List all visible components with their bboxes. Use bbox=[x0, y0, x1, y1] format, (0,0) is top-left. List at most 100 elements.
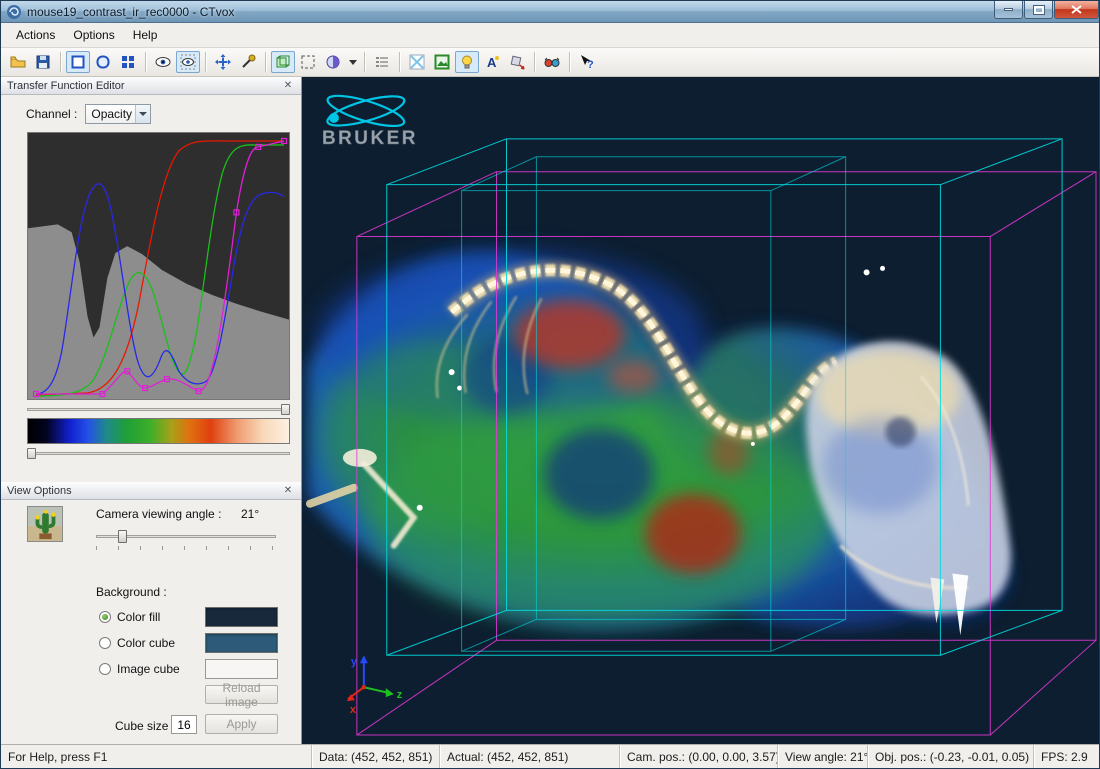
svg-text:?: ? bbox=[587, 59, 594, 70]
annotation-button[interactable]: A bbox=[480, 51, 504, 73]
bounding-box-button[interactable] bbox=[271, 51, 295, 73]
pan-arrows-icon bbox=[215, 54, 231, 70]
close-button[interactable] bbox=[1054, 1, 1099, 19]
chevron-down-icon bbox=[349, 58, 357, 66]
profile-list-button[interactable] bbox=[370, 51, 394, 73]
save-button[interactable] bbox=[31, 51, 55, 73]
slider-tick-marks bbox=[96, 546, 276, 550]
toolbar-separator bbox=[569, 52, 570, 72]
camera-angle-slider[interactable] bbox=[96, 530, 276, 543]
view-options-cactus-icon bbox=[27, 506, 63, 542]
dashed-roi-box-icon bbox=[300, 54, 316, 70]
slider-thumb[interactable] bbox=[281, 404, 290, 415]
grid-window-icon bbox=[120, 54, 136, 70]
slice-cross-icon bbox=[409, 54, 425, 70]
toolbar-separator bbox=[364, 52, 365, 72]
gradient-range-slider[interactable] bbox=[27, 448, 290, 459]
pivot-button[interactable] bbox=[236, 51, 260, 73]
context-help-button[interactable]: ? bbox=[575, 51, 599, 73]
status-data-size: Data: (452, 452, 851) bbox=[311, 745, 439, 768]
tfe-panel-title: Transfer Function Editor bbox=[7, 80, 125, 92]
maximize-button[interactable] bbox=[1024, 1, 1053, 19]
cube-size-input[interactable] bbox=[171, 715, 197, 734]
close-icon bbox=[1071, 5, 1082, 14]
transfer-function-plot[interactable] bbox=[27, 132, 290, 400]
bruker-logo: BRUKER bbox=[322, 90, 418, 149]
ctvox-app-icon bbox=[6, 4, 22, 20]
status-actual-size: Actual: (452, 452, 851) bbox=[439, 745, 619, 768]
view-options-close-icon[interactable]: ✕ bbox=[281, 485, 295, 496]
color-cube-radio[interactable] bbox=[99, 637, 111, 649]
rounded-window-icon bbox=[95, 54, 111, 70]
toolbar-separator bbox=[205, 52, 206, 72]
combo-chevron-down-icon[interactable] bbox=[135, 105, 150, 123]
menu-actions[interactable]: Actions bbox=[7, 24, 64, 46]
render-viewport[interactable]: BRUKER y x z bbox=[302, 77, 1099, 744]
camera-angle-value: 21° bbox=[241, 507, 259, 521]
texture-button[interactable] bbox=[430, 51, 454, 73]
toolbar-separator bbox=[60, 52, 61, 72]
status-fps: FPS: 2.9 bbox=[1033, 745, 1099, 768]
rounded-window-button[interactable] bbox=[91, 51, 115, 73]
open-button[interactable] bbox=[6, 51, 30, 73]
window-title: mouse19_contrast_ir_rec0000 - CTvox bbox=[27, 5, 234, 19]
slider-track bbox=[27, 408, 290, 411]
grid-window-button[interactable] bbox=[116, 51, 140, 73]
stereo-glasses-icon bbox=[544, 54, 560, 70]
minimize-button[interactable] bbox=[994, 1, 1023, 19]
visibility-button[interactable] bbox=[151, 51, 175, 73]
slider-thumb[interactable] bbox=[118, 530, 127, 543]
image-cube-radio[interactable] bbox=[99, 663, 111, 675]
sphere-clip-button[interactable] bbox=[321, 51, 345, 73]
pan-button[interactable] bbox=[211, 51, 235, 73]
letter-a-icon: A bbox=[484, 54, 500, 70]
toolbar-separator bbox=[265, 52, 266, 72]
lighting-button[interactable] bbox=[455, 51, 479, 73]
color-fill-swatch[interactable] bbox=[205, 607, 278, 627]
list-icon bbox=[374, 54, 390, 70]
eye-icon bbox=[155, 54, 171, 70]
tfe-close-icon[interactable]: ✕ bbox=[281, 80, 295, 91]
view-options-panel-header: View Options ✕ bbox=[1, 482, 301, 500]
color-gradient-bar[interactable] bbox=[27, 418, 290, 444]
clip-options-button[interactable] bbox=[346, 51, 359, 73]
fly-view-button[interactable] bbox=[176, 51, 200, 73]
background-label: Background : bbox=[96, 585, 167, 599]
maximize-icon bbox=[1034, 6, 1044, 14]
color-cube-swatch[interactable] bbox=[205, 633, 278, 653]
volume-render-scene: BRUKER y x z bbox=[302, 77, 1099, 744]
stereo-button[interactable] bbox=[540, 51, 564, 73]
tfe-panel-header: Transfer Function Editor ✕ bbox=[1, 77, 301, 95]
slider-thumb[interactable] bbox=[27, 448, 36, 459]
title-bar[interactable]: mouse19_contrast_ir_rec0000 - CTvox bbox=[1, 1, 1099, 23]
lightbulb-icon bbox=[459, 54, 475, 70]
axis-y-label: y bbox=[351, 656, 358, 668]
status-camera-position: Cam. pos.: (0.00, 0.00, 3.57) bbox=[619, 745, 777, 768]
menu-help[interactable]: Help bbox=[124, 24, 167, 46]
view-options-panel: Camera viewing angle : 21° Background : … bbox=[1, 500, 301, 744]
menu-bar: Actions Options Help bbox=[1, 23, 1099, 48]
slice-view-button[interactable] bbox=[405, 51, 429, 73]
apply-button[interactable]: Apply bbox=[205, 714, 278, 734]
status-object-position: Obj. pos.: (-0.23, -0.01, 0.05) bbox=[867, 745, 1033, 768]
view-options-title: View Options bbox=[7, 485, 72, 497]
cube-size-label: Cube size bbox=[115, 719, 168, 733]
sphere-clip-icon bbox=[325, 54, 341, 70]
histogram-range-slider[interactable] bbox=[27, 404, 290, 415]
mouse-ct-volume bbox=[307, 250, 1012, 635]
channel-select[interactable]: Opacity bbox=[85, 104, 151, 124]
single-window-icon bbox=[70, 54, 86, 70]
menu-options[interactable]: Options bbox=[64, 24, 123, 46]
transform-button[interactable] bbox=[505, 51, 529, 73]
clip-roi-button[interactable] bbox=[296, 51, 320, 73]
reload-image-button[interactable]: Reload image bbox=[205, 685, 278, 704]
color-cube-label: Color cube bbox=[117, 636, 175, 650]
single-window-button[interactable] bbox=[66, 51, 90, 73]
color-fill-radio[interactable] bbox=[99, 611, 111, 623]
save-floppy-icon bbox=[35, 54, 51, 70]
color-fill-label: Color fill bbox=[117, 610, 160, 624]
left-dock: Transfer Function Editor ✕ Channel : Opa… bbox=[1, 77, 302, 744]
help-arrow-icon: ? bbox=[579, 54, 595, 70]
toolbar: A ? bbox=[1, 48, 1099, 77]
image-cube-path-field[interactable] bbox=[205, 659, 278, 679]
